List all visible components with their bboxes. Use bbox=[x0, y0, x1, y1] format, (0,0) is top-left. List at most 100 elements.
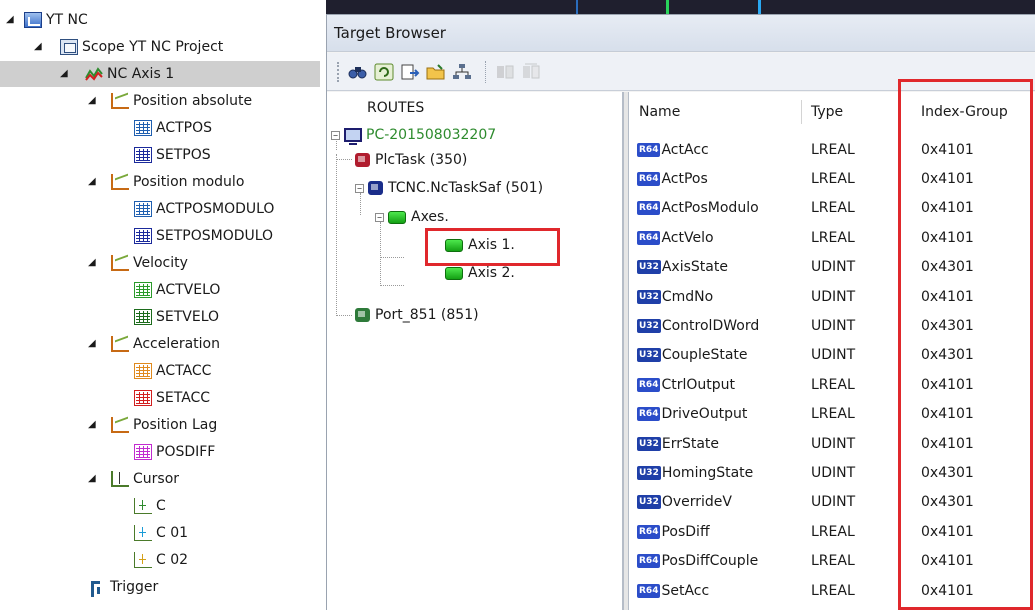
tree-item-cursor[interactable]: ◢ Cursor bbox=[0, 466, 179, 492]
axis-node-icon bbox=[445, 266, 463, 280]
tree-item-actacc[interactable]: ACTACC bbox=[0, 358, 211, 384]
collapse-toggle-icon[interactable]: − bbox=[375, 212, 384, 222]
datatype-badge-icon: R64 bbox=[637, 230, 661, 245]
tree-view-button[interactable] bbox=[451, 61, 473, 83]
open-folder-button[interactable] bbox=[425, 61, 447, 83]
tree-item-trigger[interactable]: Trigger bbox=[0, 574, 158, 600]
add-channel-button[interactable] bbox=[494, 61, 516, 83]
datatype-badge-icon: R64 bbox=[637, 554, 661, 569]
datatype-badge-icon: R64 bbox=[637, 172, 661, 187]
tree-connector bbox=[336, 159, 352, 160]
channel-icon bbox=[134, 363, 152, 379]
tree-item-actposmodulo[interactable]: ACTPOSMODULO bbox=[0, 196, 274, 222]
expand-arrow-icon[interactable]: ◢ bbox=[60, 68, 68, 79]
folder-icon bbox=[426, 63, 445, 79]
expand-arrow-icon[interactable]: ◢ bbox=[88, 338, 96, 349]
expand-arrow-icon[interactable]: ◢ bbox=[88, 419, 96, 430]
expand-arrow-icon[interactable]: ◢ bbox=[88, 176, 96, 187]
tree-item-setacc[interactable]: SETACC bbox=[0, 385, 210, 411]
toolbar-grip[interactable] bbox=[337, 61, 341, 82]
task-icon bbox=[368, 181, 383, 195]
add-symbol-button[interactable] bbox=[399, 61, 421, 83]
expand-arrow-icon[interactable]: ◢ bbox=[88, 473, 96, 484]
axis-1-highlight-box bbox=[425, 228, 560, 266]
cell-name: R64 SetAcc bbox=[637, 576, 709, 605]
tree-item-label: Trigger bbox=[110, 579, 159, 595]
datatype-badge-icon: U32 bbox=[637, 495, 661, 510]
add-all-channels-button[interactable] bbox=[520, 61, 542, 83]
cell-type: LREAL bbox=[811, 141, 855, 158]
cell-type: LREAL bbox=[811, 200, 855, 217]
route-node-pc[interactable]: − PC-201508032207 bbox=[331, 124, 496, 146]
collapse-toggle-icon[interactable]: − bbox=[355, 183, 364, 193]
axes-folder-icon bbox=[388, 210, 406, 224]
tree-item-cursor-c01[interactable]: C 01 bbox=[0, 520, 188, 546]
datatype-badge-icon: R64 bbox=[637, 407, 661, 422]
cell-type: LREAL bbox=[811, 229, 855, 246]
tree-item-label: YT NC bbox=[46, 12, 88, 28]
tree-item-actpos[interactable]: ACTPOS bbox=[0, 115, 212, 141]
route-node-plctask[interactable]: PlcTask (350) bbox=[355, 149, 467, 171]
tree-item-position-lag[interactable]: ◢ Position Lag bbox=[0, 412, 217, 438]
tree-item-setpos[interactable]: SETPOS bbox=[0, 142, 211, 168]
expand-arrow-icon[interactable]: ◢ bbox=[6, 14, 14, 25]
tree-item-posdiff[interactable]: POSDIFF bbox=[0, 439, 215, 465]
symbol-name: AxisState bbox=[661, 259, 728, 276]
channel-icon bbox=[134, 309, 152, 325]
route-node-port-851[interactable]: Port_851 (851) bbox=[355, 304, 479, 326]
route-node-label: Port_851 (851) bbox=[375, 307, 479, 323]
tree-item-label: Velocity bbox=[133, 255, 188, 271]
route-node-nctask[interactable]: − TCNC.NcTaskSaf (501) bbox=[355, 177, 543, 199]
tree-item-label: Acceleration bbox=[133, 336, 220, 352]
tree-item-scope-project[interactable]: ◢ Scope YT NC Project bbox=[0, 34, 223, 60]
tree-item-position-absolute[interactable]: ◢ Position absolute bbox=[0, 88, 252, 114]
cell-name: R64 PosDiff bbox=[637, 517, 710, 546]
channel-icon bbox=[134, 390, 152, 406]
channel-icon bbox=[134, 228, 152, 244]
symbol-name: ActPos bbox=[661, 171, 708, 188]
tree-item-position-modulo[interactable]: ◢ Position modulo bbox=[0, 169, 244, 195]
cell-name: U32 ErrState bbox=[637, 429, 719, 458]
column-header-type[interactable]: Type bbox=[811, 92, 901, 131]
tree-item-label: ACTACC bbox=[156, 363, 212, 379]
datatype-badge-icon: U32 bbox=[637, 289, 661, 304]
tree-item-velocity[interactable]: ◢ Velocity bbox=[0, 250, 188, 276]
add-all-channels-icon bbox=[523, 63, 540, 78]
cell-type: UDINT bbox=[811, 465, 856, 482]
column-divider[interactable] bbox=[801, 100, 802, 124]
tree-item-label: SETPOS bbox=[156, 147, 211, 163]
tree-item-label: Position modulo bbox=[133, 174, 245, 190]
route-node-axes[interactable]: − Axes. bbox=[375, 206, 449, 228]
dialog-title: Target Browser bbox=[327, 15, 1035, 52]
channel-icon bbox=[134, 147, 152, 163]
route-node-label: PC-201508032207 bbox=[366, 127, 497, 143]
tree-item-setposmodulo[interactable]: SETPOSMODULO bbox=[0, 223, 273, 249]
expand-arrow-icon[interactable]: ◢ bbox=[88, 257, 96, 268]
symbol-name: OverrideV bbox=[661, 494, 732, 511]
tree-item-cursor-c02[interactable]: C 02 bbox=[0, 547, 188, 573]
chart-icon bbox=[111, 255, 129, 271]
tree-item-nc-axis-1[interactable]: ◢ NC Axis 1 bbox=[0, 61, 320, 87]
tree-item-label: POSDIFF bbox=[156, 444, 216, 460]
datatype-badge-icon: U32 bbox=[637, 348, 661, 363]
cell-name: R64 CtrlOutput bbox=[637, 370, 735, 399]
search-target-button[interactable] bbox=[347, 61, 369, 83]
route-node-label: PlcTask (350) bbox=[375, 152, 468, 168]
tree-item-cursor-c[interactable]: C bbox=[0, 493, 166, 519]
cursor-marker-icon bbox=[134, 552, 152, 568]
tree-item-yt-nc[interactable]: ◢ YT NC bbox=[0, 7, 88, 33]
tree-item-acceleration[interactable]: ◢ Acceleration bbox=[0, 331, 220, 357]
collapse-toggle-icon[interactable]: − bbox=[331, 130, 340, 140]
expand-arrow-icon[interactable]: ◢ bbox=[88, 95, 96, 106]
channel-icon bbox=[134, 201, 152, 217]
tree-item-actvelo[interactable]: ACTVELO bbox=[0, 277, 220, 303]
cell-name: U32 HomingState bbox=[637, 458, 753, 487]
refresh-button[interactable] bbox=[373, 61, 395, 83]
expand-arrow-icon[interactable]: ◢ bbox=[34, 41, 42, 52]
tree-item-setvelo[interactable]: SETVELO bbox=[0, 304, 219, 330]
column-header-name[interactable]: Name bbox=[639, 92, 799, 131]
scope-chart-strip bbox=[326, 0, 1035, 14]
trigger-icon bbox=[88, 579, 106, 597]
cell-type: LREAL bbox=[811, 523, 855, 540]
tree-item-label: NC Axis 1 bbox=[107, 66, 175, 82]
